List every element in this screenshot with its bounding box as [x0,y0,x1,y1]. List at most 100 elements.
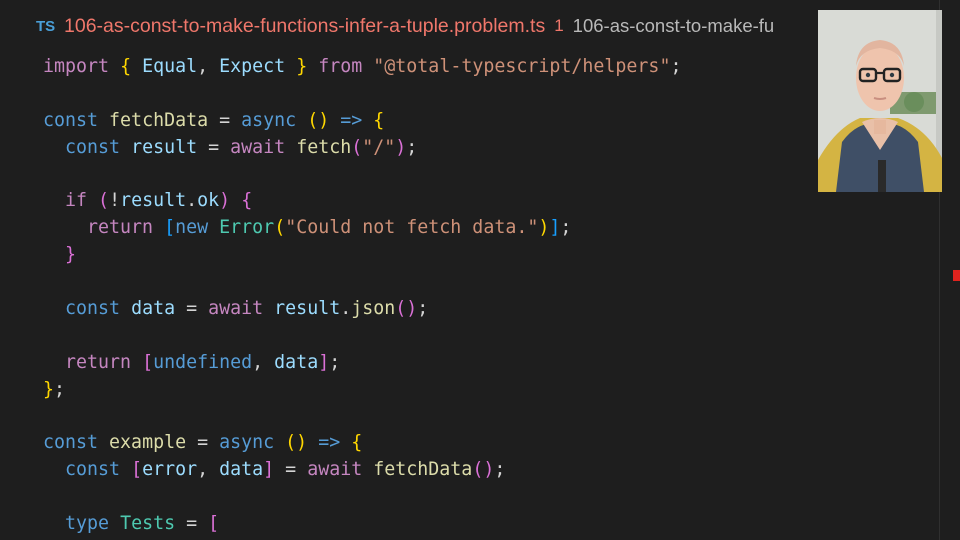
code-token: () [472,459,495,481]
code-token: const [65,298,121,320]
code-line[interactable] [43,404,681,431]
code-token: await [307,459,363,481]
code-token: () [285,432,308,454]
code-line[interactable] [43,323,681,350]
code-token: ; [54,378,66,400]
webcam-overlay [818,10,942,192]
code-token: data [131,298,176,320]
code-token: Equal [142,56,198,77]
code-token: ( [98,190,110,212]
code-line[interactable]: } [43,242,681,269]
code-editor[interactable]: import { Equal, Expect } from "@total-ty… [0,52,940,540]
code-token: "Could not fetch data." [285,217,539,239]
code-token: ; [670,56,682,77]
code-token: { [351,432,363,454]
code-token: new [175,217,209,239]
code-token: undefined [153,351,253,373]
code-token: { [373,109,385,131]
code-token: . [186,190,198,212]
code-token: if [65,190,88,212]
code-token: data [219,459,264,481]
code-line[interactable] [43,484,681,511]
code-token: return [65,351,132,373]
code-token: () [395,298,418,320]
code-token: ( [351,136,363,158]
code-token: Tests [120,513,176,535]
code-token: ! [109,190,121,212]
code-line[interactable]: const fetchData = async () => { [43,108,681,135]
code-line[interactable]: }; [43,377,681,404]
code-line[interactable]: if (!result.ok) { [43,188,681,215]
code-line[interactable] [43,81,681,108]
code-token: ; [406,136,418,158]
code-token: error [142,459,198,481]
code-token: { [241,190,253,212]
code-line[interactable]: const data = await result.json(); [43,296,681,323]
breadcrumb[interactable]: 106-as-const-to-make-fu [573,15,775,37]
code-line[interactable]: type Tests = [ [43,511,681,538]
code-token: ) [538,217,550,239]
active-tab-filename[interactable]: 106-as-const-to-make-functions-infer-a-t… [64,15,545,38]
code-token: const [43,432,99,454]
code-line[interactable]: const example = async () => { [43,430,681,457]
code-token: data [274,351,319,373]
code-line[interactable]: return [new Error("Could not fetch data.… [43,215,681,242]
code-token: ; [494,459,506,481]
code-token: const [43,109,99,131]
code-token: const [65,136,121,158]
code-block[interactable]: import { Equal, Expect } from "@total-ty… [43,54,681,538]
code-token: type [65,513,110,535]
code-token: result [120,190,187,212]
code-token: json [351,298,396,320]
presenter-video-icon [818,10,942,192]
code-token: } [43,378,55,400]
code-token: = [274,459,308,481]
code-token: import [43,56,110,77]
code-token: [ [142,351,154,373]
code-token: async [241,109,297,131]
code-token: = [208,109,242,131]
code-token: , [252,351,275,373]
code-line[interactable]: const [error, data] = await fetchData(); [43,457,681,484]
code-token: ) [395,136,407,158]
code-token: const [65,459,121,481]
code-line[interactable]: const result = await fetch("/"); [43,135,681,162]
code-line[interactable]: return [undefined, data]; [43,350,681,377]
editor-tab-bar: TS 106-as-const-to-make-functions-infer-… [0,0,960,52]
code-token: ( [274,217,286,239]
code-token: Error [219,217,275,239]
code-line[interactable] [43,269,681,296]
code-line[interactable] [43,162,681,189]
code-token: example [109,432,187,454]
code-token: . [340,298,352,320]
code-token: = [197,136,231,158]
code-token: result [274,298,341,320]
code-token: ; [417,298,429,320]
code-token: ; [560,217,572,239]
code-token: => [340,109,363,131]
code-line[interactable]: import { Equal, Expect } from "@total-ty… [43,54,681,81]
code-token: , [197,56,220,77]
error-marker[interactable] [953,270,960,281]
